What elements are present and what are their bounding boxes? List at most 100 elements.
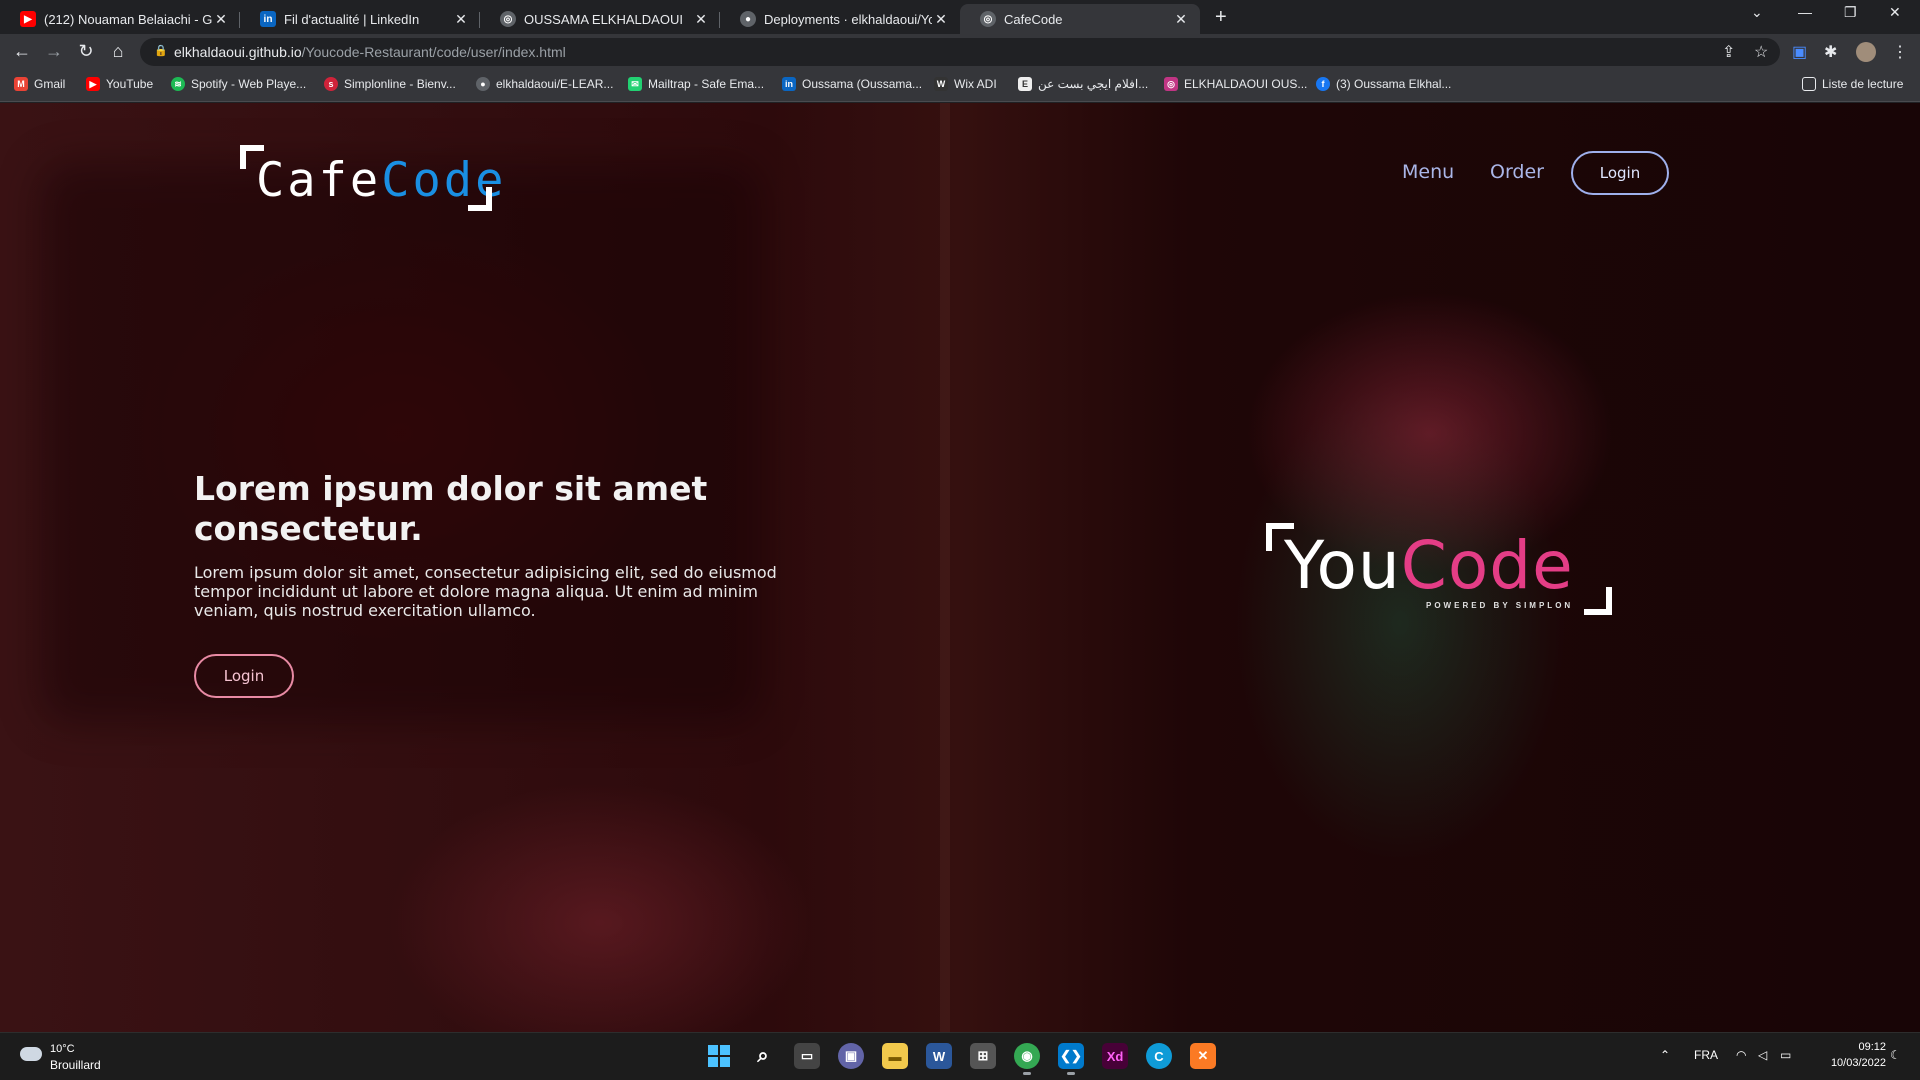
youcode-text-you: You (1284, 527, 1401, 604)
hero-description: Lorem ipsum dolor sit amet, consectetur … (194, 563, 777, 620)
chevron-up-icon[interactable]: ⌃ (1660, 1048, 1670, 1062)
extension-icon[interactable]: ▣ (1792, 42, 1807, 62)
clock-date[interactable]: 10/03/2022 (1816, 1057, 1886, 1069)
bookmark-label: Gmail (34, 77, 66, 91)
close-window-icon[interactable]: ✕ (1889, 4, 1901, 21)
bookmarks-bar: M Gmail ▶ YouTube ≋ Spotify - Web Playe... … (0, 70, 1920, 102)
puzzle-icon[interactable]: ✱ (1824, 42, 1837, 62)
tab-title: Deployments · elkhaldaoui/Youc (764, 11, 932, 27)
windows-taskbar: 10°C Brouillard ⌕ ▭ ▣ ▬ W ⊞ ◉ ❮❯ Xd C ✕ … (0, 1032, 1920, 1080)
egybest-icon: E (1018, 77, 1032, 91)
reading-list-label: Liste de lecture (1822, 77, 1904, 91)
new-tab-button[interactable]: + (1215, 6, 1227, 29)
reading-list[interactable]: Liste de lecture (1802, 77, 1903, 91)
close-icon[interactable]: ✕ (212, 11, 230, 28)
tab-deployments[interactable]: ● Deployments · elkhaldaoui/Youc ✕ (720, 4, 960, 34)
reload-icon[interactable]: ↻ (74, 41, 98, 62)
nav-order-link[interactable]: Order (1490, 161, 1544, 183)
bookmark-simplonline[interactable]: s Simplonline - Bienv... (324, 77, 456, 91)
tab-portfolio[interactable]: ◎ OUSSAMA ELKHALDAOUI ✕ (480, 4, 720, 34)
profile-avatar[interactable] (1856, 42, 1876, 62)
logo-bracket-right (468, 187, 492, 211)
youcode-text: YouCode (1284, 527, 1574, 604)
windows-icon[interactable] (706, 1043, 732, 1069)
close-icon[interactable]: ✕ (932, 11, 950, 28)
bookmark-label: YouTube (106, 77, 154, 91)
github-icon: ● (740, 11, 756, 27)
address-bar[interactable]: 🔒 elkhaldaoui.github.io/Youcode-Restaura… (140, 38, 1780, 66)
notification-icon[interactable]: ☾ (1890, 1048, 1901, 1062)
globe-icon: ◎ (500, 11, 516, 27)
tab-youtube[interactable]: ▶ (212) Nouaman Belaiachi - Goul ✕ (0, 4, 240, 34)
weather-temperature[interactable]: 10°C (50, 1043, 75, 1055)
task-view-icon[interactable]: ▭ (794, 1043, 820, 1069)
bookmark-facebook[interactable]: f (3) Oussama Elkhal... (1316, 77, 1451, 91)
minimize-icon[interactable]: — (1798, 4, 1812, 20)
folder-icon[interactable]: ▬ (882, 1043, 908, 1069)
linkedin-icon: in (782, 77, 796, 91)
github-icon: ● (476, 77, 490, 91)
bookmark-gmail[interactable]: M Gmail (14, 77, 65, 91)
weather-description[interactable]: Brouillard (50, 1058, 101, 1072)
store-icon[interactable]: ⊞ (970, 1043, 996, 1069)
instagram-icon: ◎ (1164, 77, 1178, 91)
browser-toolbar: ← → ↻ ⌂ 🔒 elkhaldaoui.github.io/Youcode-… (0, 34, 1920, 70)
tab-cafecode[interactable]: ◎ CafeCode ✕ (960, 4, 1200, 34)
tab-linkedin[interactable]: in Fil d'actualité | LinkedIn ✕ (240, 4, 480, 34)
xampp-icon[interactable]: ✕ (1190, 1043, 1216, 1069)
close-icon[interactable]: ✕ (452, 11, 470, 28)
c-app-icon[interactable]: C (1146, 1043, 1172, 1069)
forward-icon[interactable]: → (42, 41, 66, 62)
bookmark-label: Simplonline - Bienv... (344, 77, 456, 91)
close-icon[interactable]: ✕ (692, 11, 710, 28)
linkedin-icon: in (260, 11, 276, 27)
clock-time[interactable]: 09:12 (1836, 1041, 1886, 1053)
youcode-bracket-right (1584, 587, 1612, 615)
youcode-text-code: Code (1400, 527, 1574, 604)
word-icon[interactable]: W (926, 1043, 952, 1069)
star-icon[interactable]: ☆ (1754, 42, 1768, 62)
spotify-icon: ≋ (171, 77, 185, 91)
back-icon[interactable]: ← (10, 41, 34, 62)
search-icon[interactable]: ⌕ (750, 1043, 776, 1069)
tab-search-icon[interactable]: ⌄ (1751, 4, 1763, 21)
youcode-logo: YouCode POWERED BY SIMPLON (1266, 523, 1612, 615)
bookmark-egybest[interactable]: E افلام ايجي بست عن... (1018, 77, 1148, 91)
bookmark-mailtrap[interactable]: ✉ Mailtrap - Safe Ema... (628, 77, 764, 91)
volume-icon[interactable]: ◁ (1758, 1048, 1767, 1062)
logo-text-cafe: Cafe (256, 153, 382, 208)
mailtrap-icon: ✉ (628, 77, 642, 91)
bookmark-wix[interactable]: W Wix ADI (934, 77, 997, 91)
bookmark-spotify[interactable]: ≋ Spotify - Web Playe... (171, 77, 306, 91)
home-icon[interactable]: ⌂ (106, 41, 130, 62)
bookmark-label: Spotify - Web Playe... (191, 77, 307, 91)
bookmark-label: elkhaldaoui/E-LEAR... (496, 77, 614, 91)
nav-login-button[interactable]: Login (1571, 151, 1669, 195)
lock-icon: 🔒 (154, 45, 168, 57)
hero-title: Lorem ipsum dolor sit amet consectetur. (194, 469, 708, 548)
language-indicator[interactable]: FRA (1694, 1048, 1718, 1062)
cloud-icon[interactable] (20, 1047, 42, 1061)
facebook-icon: f (1316, 77, 1330, 91)
cafecode-logo[interactable]: CafeCode (240, 145, 503, 211)
tab-title: (212) Nouaman Belaiachi - Goul (44, 11, 212, 27)
restore-icon[interactable]: ❐ (1844, 4, 1857, 21)
battery-icon[interactable]: ▭ (1780, 1048, 1791, 1062)
hero-login-button[interactable]: Login (194, 654, 294, 698)
bookmark-linkedin[interactable]: in Oussama (Oussama... (782, 77, 922, 91)
bookmark-label: Oussama (Oussama... (802, 77, 923, 91)
bookmark-github[interactable]: ● elkhaldaoui/E-LEAR... (476, 77, 613, 91)
chat-icon[interactable]: ▣ (838, 1043, 864, 1069)
bookmark-youtube[interactable]: ▶ YouTube (86, 77, 153, 91)
reading-list-icon (1802, 77, 1816, 91)
vscode-icon[interactable]: ❮❯ (1058, 1043, 1084, 1075)
chrome-icon[interactable]: ◉ (1014, 1043, 1040, 1075)
bookmark-instagram[interactable]: ◎ ELKHALDAOUI OUS... (1164, 77, 1307, 91)
nav-menu-link[interactable]: Menu (1402, 161, 1454, 183)
bookmark-label: (3) Oussama Elkhal... (1336, 77, 1452, 91)
share-icon[interactable]: ⇪ (1722, 42, 1735, 62)
wifi-icon[interactable]: ◠ (1736, 1048, 1746, 1062)
xd-icon[interactable]: Xd (1102, 1043, 1128, 1069)
close-icon[interactable]: ✕ (1172, 11, 1190, 28)
more-menu-icon[interactable]: ⋮ (1892, 42, 1908, 62)
